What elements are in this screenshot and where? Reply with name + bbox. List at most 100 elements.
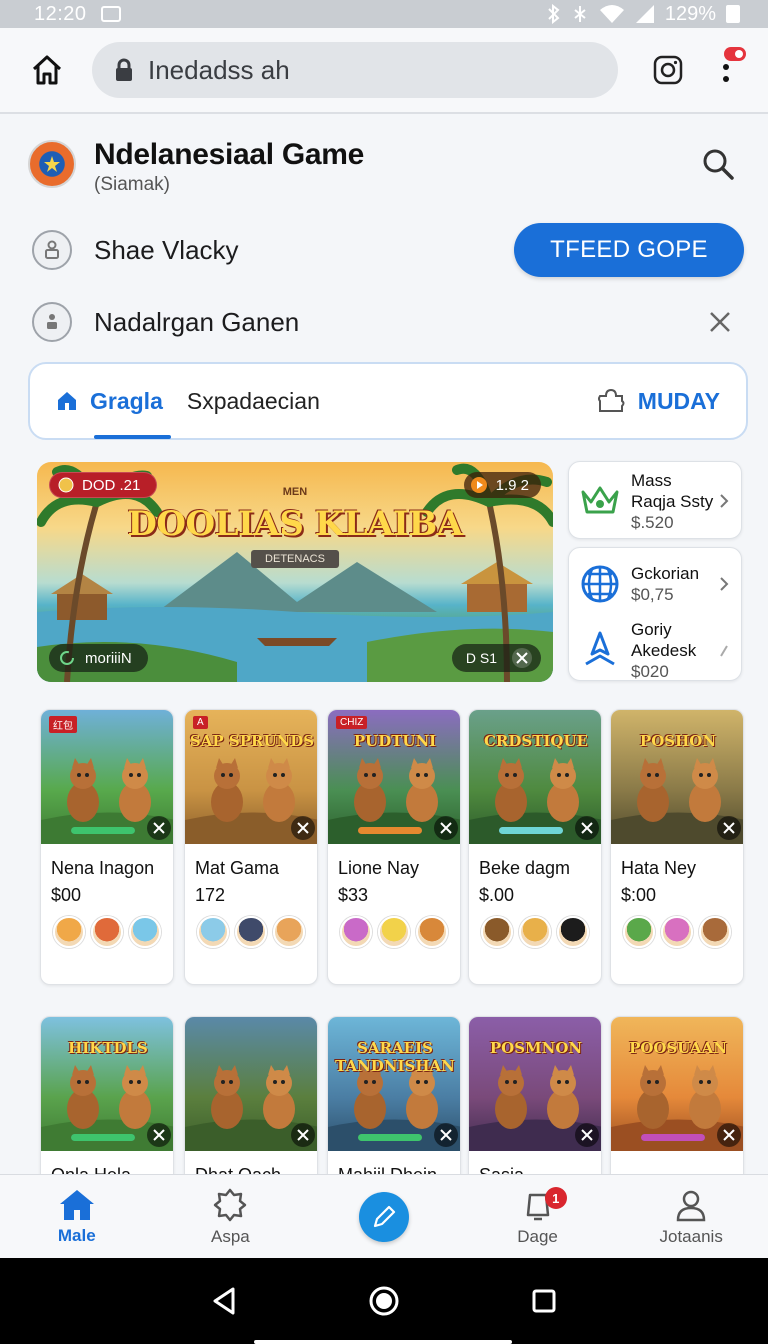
game-price: $.00 bbox=[479, 885, 515, 905]
instagram-icon bbox=[653, 55, 683, 85]
status-icons: 129% bbox=[547, 3, 740, 26]
game-card[interactable]: POSMNONSasia bbox=[468, 1016, 602, 1186]
recents-button[interactable] bbox=[524, 1281, 564, 1321]
game-thumbnail bbox=[185, 1017, 317, 1151]
side-item-mass-price: $.520 bbox=[631, 512, 674, 532]
pencil-icon bbox=[373, 1205, 396, 1227]
game-progress-bar bbox=[499, 827, 563, 834]
tab-bar: Gragla Sxpadaecian MUDAY bbox=[28, 362, 748, 440]
search-button[interactable] bbox=[696, 142, 740, 186]
home-icon bbox=[32, 55, 62, 85]
tools-icon[interactable] bbox=[147, 1123, 171, 1147]
battery-percent: 129% bbox=[664, 2, 716, 25]
edit-fab[interactable] bbox=[358, 1191, 409, 1242]
tools-icon[interactable] bbox=[575, 1123, 599, 1147]
tools-icon[interactable] bbox=[717, 816, 741, 840]
home-system-button[interactable] bbox=[364, 1281, 404, 1321]
side-item-gckorian[interactable]: Gckorian $0,75 bbox=[569, 548, 741, 620]
app-header: Ndelanesiaal Game (Siamak) bbox=[28, 138, 740, 204]
game-art-title: POSMNON bbox=[489, 1039, 583, 1057]
avatar bbox=[416, 916, 448, 948]
tools-icon[interactable] bbox=[575, 816, 599, 840]
game-progress-bar bbox=[71, 1134, 135, 1141]
game-card[interactable]: CRDSTIQUE Beke dagm $.00 bbox=[468, 709, 602, 985]
avatar bbox=[340, 916, 372, 948]
home-icon bbox=[59, 1189, 94, 1220]
tools-icon[interactable] bbox=[434, 1123, 458, 1147]
game-card[interactable]: POOSUAAN bbox=[610, 1016, 744, 1186]
overflow-menu-button[interactable] bbox=[706, 45, 746, 95]
home-button[interactable] bbox=[22, 45, 72, 95]
game-card[interactable]: A SAP SPRUNDS Mat Gama 172 bbox=[184, 709, 318, 985]
puzzle-icon bbox=[597, 388, 625, 412]
globe-icon bbox=[579, 563, 621, 605]
game-thumbnail: POSHON bbox=[611, 710, 743, 844]
side-item-goriy-label: Goriy Akedesk bbox=[631, 619, 697, 660]
nav-aspa[interactable]: Aspa bbox=[154, 1175, 308, 1258]
close-button[interactable] bbox=[700, 302, 740, 342]
tab-gragla[interactable]: Gragla bbox=[56, 363, 171, 439]
banner-pill-left[interactable]: moriiiN bbox=[49, 644, 148, 672]
game-card[interactable]: POSHON Hata Ney $:00 bbox=[610, 709, 744, 985]
tools-icon bbox=[512, 648, 532, 668]
battery-icon bbox=[726, 5, 740, 23]
tools-icon[interactable] bbox=[291, 1123, 315, 1147]
game-price: 172 bbox=[195, 885, 226, 905]
game-thumbnail: POSMNON bbox=[469, 1017, 601, 1151]
side-item-mass[interactable]: Mass Raqja Ssty $.520 bbox=[569, 462, 741, 540]
tab-gragla-label: Gragla bbox=[90, 387, 163, 414]
page-title: Ndelanesiaal Game bbox=[94, 138, 365, 171]
feed-button[interactable]: TFEED GOPE bbox=[514, 223, 744, 277]
avatar bbox=[661, 916, 693, 948]
chevron-right-icon bbox=[720, 577, 729, 591]
featured-banner[interactable]: DOD .21 1.9 2 MEN DOOLIAS KLAIBA DETENAC… bbox=[37, 462, 553, 682]
lock-person-icon bbox=[45, 240, 59, 259]
back-button[interactable] bbox=[204, 1281, 244, 1321]
avatar bbox=[519, 916, 551, 948]
tools-icon[interactable] bbox=[147, 816, 171, 840]
game-name: Lione Nay bbox=[338, 858, 420, 878]
nav-jotaanis[interactable]: Jotaanis bbox=[614, 1175, 768, 1258]
side-item-goriy-price: $020 bbox=[631, 661, 669, 681]
tools-icon[interactable] bbox=[434, 816, 458, 840]
game-name: Mat Gama bbox=[195, 858, 280, 878]
game-card[interactable]: CHIZ PUDTUNI Lione Nay $33 bbox=[327, 709, 461, 985]
banner-kicker: MEN bbox=[282, 486, 308, 498]
game-tag: 红包 bbox=[49, 716, 77, 733]
player-avatars bbox=[623, 916, 743, 948]
avatar bbox=[91, 916, 123, 948]
tab-muday[interactable]: MUDAY bbox=[596, 363, 720, 439]
side-card-top[interactable]: Mass Raqja Ssty $.520 bbox=[568, 461, 742, 539]
url-bar[interactable]: Inedadss ah bbox=[92, 42, 618, 98]
nav-dage[interactable]: 1 Dage bbox=[461, 1175, 615, 1258]
nav-create[interactable] bbox=[307, 1175, 461, 1258]
game-thumbnail: SARAEIS TANDNISHAN bbox=[328, 1017, 460, 1151]
signal-icon bbox=[635, 5, 654, 23]
nav-male[interactable]: Male bbox=[0, 1175, 154, 1258]
side-item-goriy[interactable]: Goriy Akedesk $020 bbox=[569, 619, 741, 681]
game-name: Beke dagm bbox=[479, 858, 571, 878]
game-price: $:00 bbox=[621, 885, 657, 905]
game-card[interactable]: 红包 Nena Inagon $00 bbox=[40, 709, 174, 985]
avatar bbox=[557, 916, 589, 948]
url-text: Inedadss ah bbox=[148, 54, 290, 85]
gesture-bar bbox=[254, 1340, 512, 1344]
tab-sxpadaecian[interactable]: Sxpadaecian bbox=[187, 363, 320, 439]
game-card[interactable]: HIKTDLSOnla Hela bbox=[40, 1016, 174, 1186]
game-card[interactable]: SARAEIS TANDNISHANMahiil Dhein bbox=[327, 1016, 461, 1186]
game-card[interactable]: Dhat Oach bbox=[184, 1016, 318, 1186]
info-row: Nadalrgan Ganen bbox=[32, 298, 744, 346]
player-avatars bbox=[53, 916, 173, 948]
user-row: Shae Vlacky TFEED GOPE bbox=[32, 222, 744, 278]
status-time: 12:20 bbox=[34, 2, 87, 25]
game-progress-bar bbox=[641, 1134, 705, 1141]
side-item-gckorian-price: $0,75 bbox=[631, 585, 674, 604]
banner-pill-right[interactable]: D S1 bbox=[451, 644, 541, 672]
app-logo bbox=[28, 140, 76, 188]
avatar bbox=[481, 916, 513, 948]
game-price: $00 bbox=[51, 885, 82, 905]
camera-button[interactable] bbox=[648, 50, 688, 90]
tools-icon[interactable] bbox=[291, 816, 315, 840]
tools-icon[interactable] bbox=[717, 1123, 741, 1147]
side-item-mass-line2: Raqja Ssty bbox=[631, 491, 714, 511]
